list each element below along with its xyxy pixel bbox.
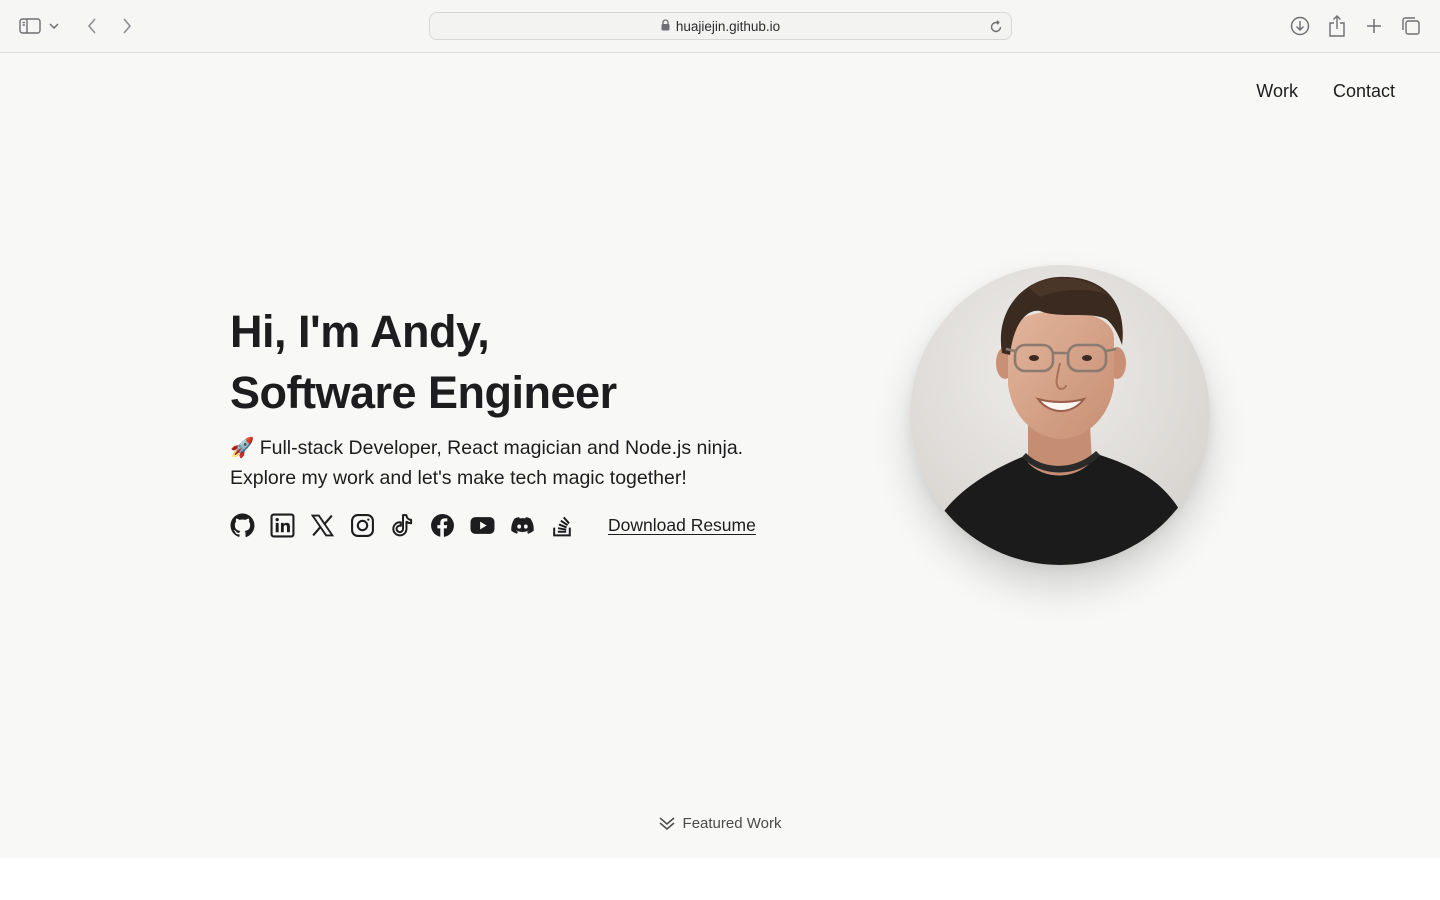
x-icon[interactable]	[310, 513, 335, 538]
hero-tagline: 🚀 Full-stack Developer, React magician a…	[230, 433, 743, 493]
stackoverflow-icon[interactable]	[550, 513, 575, 538]
youtube-icon[interactable]	[470, 513, 495, 538]
lock-icon	[661, 18, 670, 34]
profile-photo	[910, 265, 1210, 565]
share-icon[interactable]	[1323, 12, 1351, 40]
sidebar-icon[interactable]	[16, 12, 44, 40]
hero-title: Hi, I'm Andy, Software Engineer	[230, 301, 617, 423]
address-bar[interactable]: huajiejin.github.io	[429, 12, 1012, 40]
back-icon[interactable]	[78, 12, 106, 40]
facebook-icon[interactable]	[430, 513, 455, 538]
tiktok-icon[interactable]	[390, 513, 415, 538]
instagram-icon[interactable]	[350, 513, 375, 538]
social-links: Download Resume	[230, 513, 756, 538]
url-text: huajiejin.github.io	[675, 18, 781, 34]
featured-work-link[interactable]: Featured Work	[0, 815, 1440, 832]
linkedin-icon[interactable]	[270, 513, 295, 538]
reload-icon[interactable]	[985, 16, 1007, 38]
nav-work-link[interactable]: Work	[1256, 81, 1298, 102]
discord-icon[interactable]	[510, 513, 535, 538]
hero-title-line-2: Software Engineer	[230, 367, 617, 418]
download-icon[interactable]	[1286, 12, 1314, 40]
nav-contact-link[interactable]: Contact	[1333, 81, 1395, 102]
github-icon[interactable]	[230, 513, 255, 538]
featured-work-label: Featured Work	[682, 815, 782, 832]
new-tab-icon[interactable]	[1360, 12, 1388, 40]
browser-toolbar: huajiejin.github.io	[0, 0, 1440, 53]
double-chevron-down-icon	[659, 816, 675, 831]
download-resume-link[interactable]: Download Resume	[608, 515, 756, 536]
hero-title-line-1: Hi, I'm Andy,	[230, 306, 490, 357]
top-nav: Work Contact	[1256, 81, 1395, 102]
page-content: Work Contact Hi, I'm Andy, Software Engi…	[0, 53, 1440, 858]
page-bottom	[0, 858, 1440, 900]
chevron-down-icon[interactable]	[45, 12, 63, 40]
forward-icon[interactable]	[113, 12, 141, 40]
tagline-line-1: 🚀 Full-stack Developer, React magician a…	[230, 437, 744, 459]
tagline-line-2: Explore my work and let's make tech magi…	[230, 467, 687, 489]
tabs-overview-icon[interactable]	[1397, 12, 1425, 40]
